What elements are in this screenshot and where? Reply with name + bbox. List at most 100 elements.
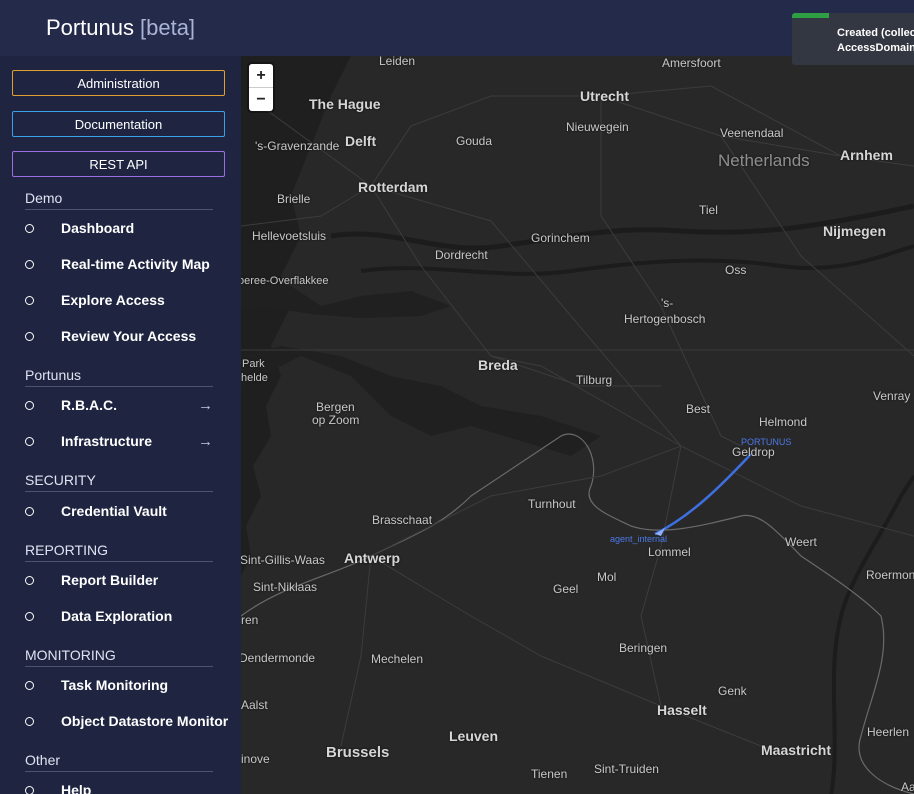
sidebar: Portunus [beta] Administration Documenta… [0,0,241,794]
city-label: oeree-Overflakkee [241,275,329,287]
city-label: Veenendaal [720,126,784,140]
brand[interactable]: Portunus [beta] [0,0,241,56]
city-label: Weert [785,535,817,549]
city-label: Oss [725,263,747,277]
city-label: Dordrecht [435,248,488,262]
app-name: Portunus [45,15,134,40]
menu-item-activity-map[interactable]: Real-time Activity Map [0,252,241,276]
zoom-control: + − [249,64,273,111]
city-label: Gouda [456,134,493,148]
menu-item-data-exploration[interactable]: Data Exploration [0,604,241,628]
city-label: Helmond [759,415,808,429]
city-label: Nieuwegein [566,120,629,134]
circle-icon [25,575,34,585]
menu-item-object-datastore[interactable]: Object Datastore Monitor [0,709,241,733]
city-label: Delft [345,133,377,149]
menu-item-report-builder[interactable]: Report Builder [0,568,241,592]
city-label: Park [242,358,265,370]
menu-item-label: Help [61,782,92,794]
city-label: 's-Gravenzande [255,139,340,153]
city-label: Rotterdam [358,179,429,195]
city-label: 's- [661,296,674,310]
city-label: Best [686,402,711,416]
city-label: Brielle [277,192,311,206]
city-label: Tienen [531,767,568,781]
menu-item-label: Task Monitoring [61,677,169,693]
menu-item-help[interactable]: Help [0,778,241,794]
activity-map[interactable]: + − Leiden Amersfoort The Hague Utrecht … [241,56,914,794]
menu-item-task-monitoring[interactable]: Task Monitoring [0,673,241,697]
circle-icon [25,436,34,446]
circle-icon [25,259,34,269]
beta-badge: [beta] [140,15,196,40]
menu-item-label: R.B.A.C. [61,397,117,413]
menu-item-label: Data Exploration [61,608,173,624]
city-label: Mechelen [371,652,424,666]
toast-notification[interactable]: Created (collect AccessDomain [792,13,914,65]
section-other: Other [25,752,213,772]
city-label: The Hague [309,96,381,112]
city-label: Turnhout [528,497,576,511]
administration-button[interactable]: Administration [12,70,225,96]
menu-item-label: Dashboard [61,220,135,236]
menu-item-infrastructure[interactable]: Infrastructure → [0,429,241,453]
section-monitoring: MONITORING [25,647,213,667]
city-label: Tiel [699,203,718,217]
agent-marker[interactable]: agent_internal [610,534,667,544]
city-label: Aa [901,780,914,794]
rest-api-button[interactable]: REST API [12,151,225,177]
city-label: Geel [553,582,579,596]
menu-item-label: Object Datastore Monitor [61,713,229,729]
circle-icon [25,785,34,794]
city-label: Genk [718,684,747,698]
menu-item-rbac[interactable]: R.B.A.C. → [0,393,241,417]
section-security: SECURITY [25,472,213,492]
circle-icon [25,611,34,621]
city-label: Lommel [648,545,691,559]
menu-item-label: Report Builder [61,572,159,588]
toast-line-1: Created (collect [837,27,914,39]
menu-item-label: Explore Access [61,292,165,308]
city-label: Utrecht [580,88,630,104]
city-label: op Zoom [312,413,360,427]
menu-item-dashboard[interactable]: Dashboard [0,216,241,240]
circle-icon [25,295,34,305]
city-label: Hellevoetsluis [252,229,327,243]
circle-icon [25,716,34,726]
toast-line-2: AccessDomain [837,42,914,54]
city-label: Heerlen [867,725,910,739]
city-label: Amersfoort [662,56,721,70]
city-label: Antwerp [344,550,400,566]
circle-icon [25,400,34,410]
section-reporting: REPORTING [25,542,213,562]
circle-icon [25,680,34,690]
menu-item-label: Review Your Access [61,328,197,344]
city-label: Sint-Gillis-Waas [241,553,325,567]
city-label: inove [241,752,270,766]
menu-item-review-access[interactable]: Review Your Access [0,324,241,348]
city-label: Maastricht [761,742,832,758]
city-label: Mol [597,570,617,584]
city-label: Hertogenbosch [624,312,706,326]
city-label: Sint-Truiden [594,762,659,776]
city-label: Dendermonde [241,651,316,665]
city-label: Nijmegen [823,223,887,239]
city-label: Breda [478,357,518,373]
toast-progress-bar [792,13,829,18]
zoom-in-button[interactable]: + [249,64,273,87]
city-label: Gorinchem [531,231,590,245]
city-label: Tilburg [576,373,613,387]
documentation-button[interactable]: Documentation [12,111,225,137]
city-label: Hasselt [657,702,707,718]
menu-item-credential-vault[interactable]: Credential Vault [0,499,241,523]
menu-item-explore-access[interactable]: Explore Access [0,288,241,312]
city-label: Brasschaat [372,513,433,527]
circle-icon [25,506,34,516]
city-label: Sint-Niklaas [253,580,318,594]
city-label: helde [241,372,268,384]
city-label: Bergen [316,400,355,414]
zoom-out-button[interactable]: − [249,87,273,111]
city-label: Aalst [241,698,268,712]
section-demo: Demo [25,190,213,210]
menu-item-label: Credential Vault [61,503,167,519]
